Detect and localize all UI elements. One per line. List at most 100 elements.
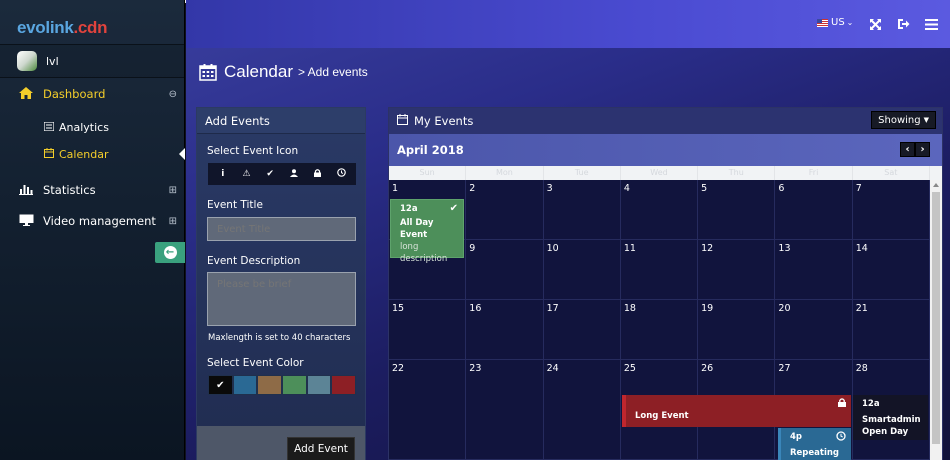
collapse-toggle-icon[interactable]: ⊖ — [169, 89, 177, 100]
day-cell[interactable]: 22 — [389, 360, 467, 460]
icon-select-label: Select Event Icon — [207, 145, 299, 157]
day-number: 1 — [392, 183, 399, 194]
event-title-input[interactable] — [207, 217, 356, 241]
day-number: 24 — [546, 363, 559, 374]
day-number: 14 — [855, 243, 868, 254]
color-swatch-blue[interactable] — [232, 375, 258, 395]
user-icon[interactable] — [287, 168, 301, 180]
collapse-sidebar-button[interactable]: ← — [155, 242, 185, 263]
color-swatch-green[interactable] — [282, 375, 307, 395]
day-cell[interactable]: 5 — [698, 180, 776, 240]
calendar-scrollbar[interactable] — [930, 180, 942, 460]
list-icon — [43, 121, 55, 134]
day-cell[interactable]: 12 — [698, 240, 776, 300]
panel-footer: Add Event — [197, 426, 365, 460]
day-number: 20 — [778, 303, 791, 314]
day-cell[interactable]: 7 — [852, 180, 930, 240]
month-title: April 2018 — [397, 143, 464, 157]
check-icon: ✔ — [216, 379, 225, 391]
logout-button[interactable] — [896, 17, 910, 31]
day-cell[interactable]: 2 — [466, 180, 544, 240]
event-description-input[interactable] — [207, 272, 356, 326]
sidebar-item-analytics[interactable]: Analytics — [43, 121, 109, 134]
color-swatch-red[interactable] — [331, 375, 357, 395]
weekday-label: Thu — [698, 166, 776, 180]
color-swatch-black[interactable]: ✔ — [208, 375, 233, 395]
day-number: 26 — [701, 363, 714, 374]
expand-toggle-icon[interactable]: ⊞ — [169, 216, 177, 227]
expand-toggle-icon[interactable]: ⊞ — [169, 185, 177, 196]
showing-dropdown[interactable]: Showing ▼ — [871, 111, 936, 129]
day-number: 9 — [469, 243, 476, 254]
fullscreen-button[interactable] — [868, 17, 882, 31]
day-cell[interactable]: 9 — [466, 240, 544, 300]
fullscreen-icon — [869, 18, 881, 30]
sidebar-item-dashboard[interactable]: Dashboard ⊖ — [0, 86, 185, 102]
color-swatch-steel[interactable] — [306, 375, 332, 395]
sidebar-item-calendar[interactable]: Calendar — [44, 148, 108, 161]
maxlength-help-text: Maxlength is set to 40 characters — [208, 333, 351, 343]
day-number: 16 — [469, 303, 482, 314]
add-event-button[interactable]: Add Event — [287, 437, 355, 460]
day-cell[interactable]: 19 — [698, 300, 776, 360]
menu-button[interactable] — [924, 17, 938, 31]
event-icon-selector: i ⚠ ✔ — [208, 163, 356, 185]
day-cell[interactable]: 4 — [620, 180, 699, 240]
day-cell[interactable]: 10 — [543, 240, 621, 300]
color-swatch-brown[interactable] — [257, 375, 283, 395]
event-title-label: Event Title — [207, 199, 263, 211]
day-cell[interactable]: 20 — [775, 300, 853, 360]
day-number: 13 — [778, 243, 791, 254]
event-all-day[interactable]: 12a All Day Event long description ✔ — [390, 199, 464, 264]
day-number: 5 — [701, 183, 708, 194]
language-selector[interactable]: US ⌄ — [817, 17, 853, 28]
check-icon[interactable]: ✔ — [263, 169, 277, 179]
prev-month-button[interactable]: ‹ — [900, 142, 915, 157]
day-number: 21 — [855, 303, 868, 314]
day-number: 23 — [469, 363, 482, 374]
sidebar-item-video-management[interactable]: Video management ⊞ — [0, 213, 185, 229]
lock-icon[interactable] — [310, 168, 324, 180]
clock-icon — [836, 431, 846, 445]
sidebar-item-statistics[interactable]: Statistics ⊞ — [0, 182, 185, 198]
caret-down-icon: ▼ — [923, 116, 929, 124]
arrow-left-circle-icon: ← — [163, 246, 177, 259]
day-number: 4 — [623, 183, 630, 194]
user-profile[interactable]: lvl — [0, 44, 184, 78]
brand-logo[interactable]: evolink.cdn — [0, 0, 184, 44]
day-cell[interactable]: 17 — [543, 300, 621, 360]
day-cell[interactable]: 15 — [389, 300, 467, 360]
month-navigation: ‹ › — [900, 142, 930, 157]
day-cell[interactable]: 11 — [620, 240, 699, 300]
warning-icon[interactable]: ⚠ — [239, 169, 253, 179]
day-cell[interactable]: 13 — [775, 240, 853, 300]
event-smartadmin[interactable]: 12a Smartadmin Open Day — [853, 395, 928, 440]
event-long[interactable]: Long Event — [622, 395, 851, 427]
day-cell[interactable]: 3 — [543, 180, 621, 240]
day-cell[interactable]: 24 — [543, 360, 621, 460]
weekday-label: Mon — [466, 166, 544, 180]
check-icon: ✔ — [449, 203, 458, 214]
event-color-selector: ✔ — [208, 375, 357, 395]
calendar-icon — [44, 148, 54, 161]
scrollbar-thumb[interactable] — [932, 192, 940, 444]
day-cell[interactable]: 21 — [852, 300, 930, 360]
day-number: 28 — [855, 363, 868, 374]
event-description-label: Event Description — [207, 255, 301, 267]
info-icon[interactable]: i — [216, 169, 230, 179]
day-cell[interactable]: 18 — [620, 300, 699, 360]
day-cell[interactable]: 14 — [852, 240, 930, 300]
day-cell[interactable]: 16 — [466, 300, 544, 360]
day-number: 22 — [392, 363, 405, 374]
clock-icon[interactable] — [334, 168, 348, 180]
calendar-icon — [199, 63, 217, 81]
home-icon — [18, 86, 34, 102]
next-month-button[interactable]: › — [915, 142, 930, 157]
page-title: Calendar > Add events — [199, 62, 368, 82]
my-events-header: My Events Showing ▼ — [389, 108, 942, 134]
day-cell[interactable]: 23 — [466, 360, 544, 460]
lock-icon — [838, 398, 846, 411]
event-color-label: Select Event Color — [207, 357, 304, 369]
day-cell[interactable]: 6 — [775, 180, 853, 240]
event-repeating[interactable]: 4p Repeating — [778, 428, 851, 460]
